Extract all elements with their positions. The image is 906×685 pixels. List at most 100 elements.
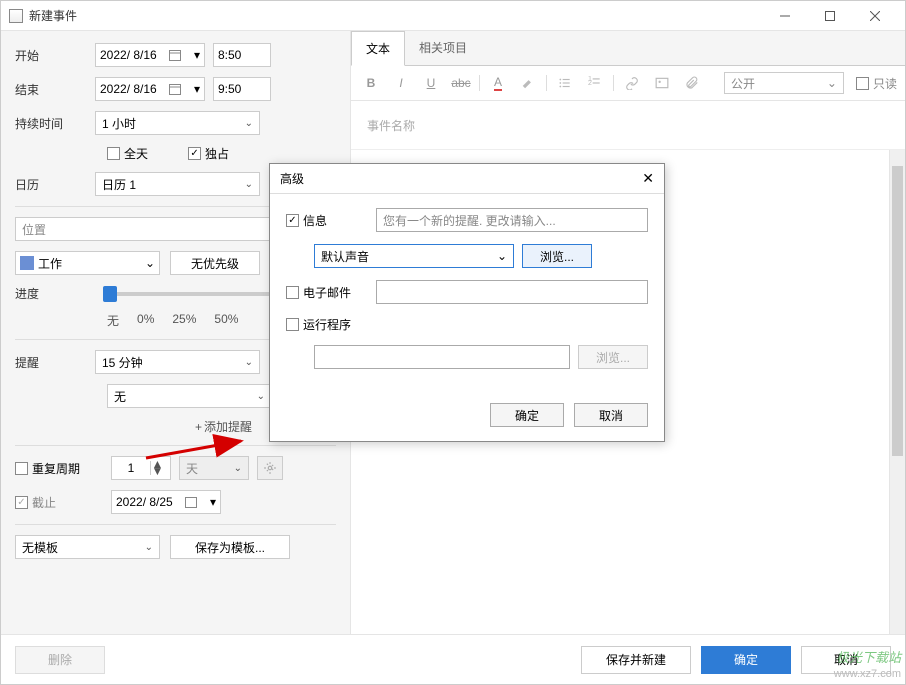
underline-button[interactable]: U — [419, 72, 443, 94]
allday-checkbox[interactable]: 全天 — [107, 145, 148, 162]
calendar-icon — [169, 49, 181, 61]
repeat-count-input[interactable] — [112, 461, 150, 475]
link-icon — [625, 76, 639, 90]
chevron-down-icon: ⌄ — [234, 463, 242, 474]
checkbox-box — [15, 462, 28, 475]
dialog-ok-button[interactable]: 确定 — [490, 403, 564, 427]
end-time-input[interactable]: 9:50 — [213, 77, 271, 101]
gear-icon — [263, 461, 277, 475]
strike-button[interactable]: abc — [449, 72, 473, 94]
run-checkbox[interactable]: 运行程序 — [286, 316, 366, 333]
category-color-swatch — [20, 256, 34, 270]
chevron-down-icon: ⌄ — [145, 256, 155, 270]
vertical-scrollbar[interactable] — [889, 150, 905, 634]
delete-button[interactable]: 删除 — [15, 646, 105, 674]
number-list-button[interactable]: 12 — [583, 72, 607, 94]
exclusive-checkbox[interactable]: ✓ 独占 — [188, 145, 229, 162]
maximize-button[interactable] — [807, 2, 852, 30]
chevron-down-icon: ⌄ — [145, 542, 153, 553]
save-template-button[interactable]: 保存为模板... — [170, 535, 290, 559]
app-icon — [9, 9, 23, 23]
bold-button[interactable]: B — [359, 72, 383, 94]
event-title-input[interactable]: 事件名称 — [351, 101, 905, 150]
plus-icon: + — [195, 420, 202, 434]
reminder-select[interactable]: 15 分钟⌄ — [95, 350, 260, 374]
editor-toolbar: B I U abc A 12 公开⌄ 只读 — [351, 66, 905, 101]
readonly-checkbox[interactable]: 只读 — [856, 75, 897, 92]
priority-button[interactable]: 无优先级 — [170, 251, 260, 275]
attachment-button[interactable] — [680, 72, 704, 94]
sound-select[interactable]: 默认声音 ⌄ — [314, 244, 514, 268]
start-date-value: 2022/ 8/16 — [100, 48, 157, 62]
checkbox-box — [856, 77, 869, 90]
footer: 删除 保存并新建 确定 取消 — [1, 634, 905, 684]
repeat-count-spinner[interactable]: ▲▼ — [111, 456, 171, 480]
tab-related[interactable]: 相关项目 — [405, 31, 481, 65]
info-checkbox[interactable]: ✓ 信息 — [286, 212, 366, 229]
calendar-label: 日历 — [15, 176, 95, 193]
run-program-input[interactable] — [314, 345, 570, 369]
font-color-button[interactable]: A — [486, 72, 510, 94]
repeat-unit-select[interactable]: 天⌄ — [179, 456, 249, 480]
dialog-cancel-button[interactable]: 取消 — [574, 403, 648, 427]
italic-button[interactable]: I — [389, 72, 413, 94]
bullet-list-button[interactable] — [553, 72, 577, 94]
divider — [15, 445, 336, 446]
duration-select[interactable]: 1 小时⌄ — [95, 111, 260, 135]
ok-button[interactable]: 确定 — [701, 646, 791, 674]
reminder2-select[interactable]: 无⌄ — [107, 384, 272, 408]
chevron-down-icon: ⌄ — [257, 391, 265, 402]
dialog-titlebar: 高级 ✕ — [270, 164, 664, 194]
deadline-checkbox[interactable]: ✓ 截止 — [15, 494, 103, 511]
end-date-value: 2022/ 8/16 — [100, 82, 157, 96]
tab-text[interactable]: 文本 — [351, 31, 405, 66]
separator — [546, 75, 547, 91]
info-message-input[interactable]: 您有一个新的提醒. 更改请输入... — [376, 208, 648, 232]
chevron-down-icon: ⌄ — [245, 118, 253, 129]
repeat-checkbox[interactable]: 重复周期 — [15, 460, 103, 477]
minimize-button[interactable] — [762, 2, 807, 30]
chevron-down-icon: ⌄ — [245, 179, 253, 190]
email-input[interactable] — [376, 280, 648, 304]
progress-label: 进度 — [15, 285, 95, 302]
deadline-date-input[interactable]: 2022/ 8/25 ▾ — [111, 490, 221, 514]
scrollbar-thumb[interactable] — [892, 166, 903, 456]
titlebar: 新建事件 — [1, 1, 905, 31]
paperclip-icon — [685, 76, 699, 90]
save-and-new-button[interactable]: 保存并新建 — [581, 646, 691, 674]
visibility-select[interactable]: 公开⌄ — [724, 72, 844, 94]
reminder-label: 提醒 — [15, 354, 95, 371]
image-button[interactable] — [650, 72, 674, 94]
start-date-input[interactable]: 2022/ 8/16 ▾ — [95, 43, 205, 67]
marker-icon — [521, 76, 535, 90]
checkbox-box — [286, 286, 299, 299]
calendar-select[interactable]: 日历 1⌄ — [95, 172, 260, 196]
end-date-input[interactable]: 2022/ 8/16 ▾ — [95, 77, 205, 101]
dialog-close-button[interactable]: ✕ — [642, 170, 654, 187]
svg-text:2: 2 — [588, 80, 592, 87]
calendar-icon — [185, 496, 197, 508]
close-button[interactable] — [852, 2, 897, 30]
cancel-button[interactable]: 取消 — [801, 646, 891, 674]
slider-thumb[interactable] — [103, 286, 117, 302]
separator — [613, 75, 614, 91]
checkbox-box — [286, 318, 299, 331]
tabs: 文本 相关项目 — [351, 31, 905, 66]
repeat-settings-button[interactable] — [257, 456, 283, 480]
email-checkbox[interactable]: 电子邮件 — [286, 284, 366, 301]
dialog-title-text: 高级 — [280, 170, 304, 187]
window-controls — [762, 2, 897, 30]
duration-label: 持续时间 — [15, 115, 95, 132]
link-button[interactable] — [620, 72, 644, 94]
sound-browse-button[interactable]: 浏览... — [522, 244, 592, 268]
category-select[interactable]: 工作 ⌄ — [15, 251, 160, 275]
run-browse-button[interactable]: 浏览... — [578, 345, 648, 369]
highlight-button[interactable] — [516, 72, 540, 94]
checkbox-box: ✓ — [286, 214, 299, 227]
checkbox-box: ✓ — [15, 496, 28, 509]
start-label: 开始 — [15, 47, 95, 64]
template-select[interactable]: 无模板⌄ — [15, 535, 160, 559]
start-time-input[interactable]: 8:50 — [213, 43, 271, 67]
chevron-down-icon: ⌄ — [827, 76, 837, 90]
spinner-arrows[interactable]: ▲▼ — [150, 461, 164, 475]
